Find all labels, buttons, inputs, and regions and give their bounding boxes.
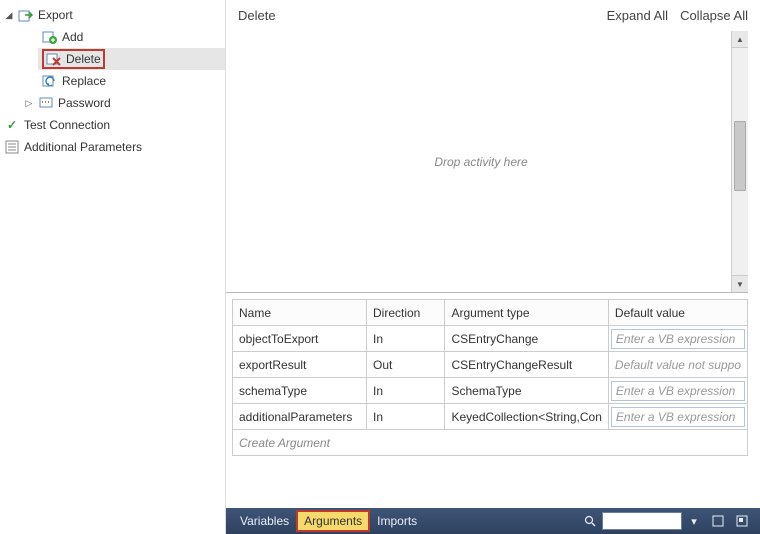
tree-label: Additional Parameters <box>24 140 142 154</box>
cell-direction[interactable]: Out <box>367 352 445 378</box>
tab-imports[interactable]: Imports <box>369 510 425 532</box>
export-icon <box>18 7 34 23</box>
scroll-thumb[interactable] <box>734 121 746 191</box>
arguments-panel: Name Direction Argument type Default val… <box>226 293 760 508</box>
chevron-right-icon: ▷ <box>24 98 34 109</box>
overview-icon[interactable] <box>732 511 752 531</box>
table-header-row: Name Direction Argument type Default val… <box>233 300 748 326</box>
bottom-bar: Variables Arguments Imports ▾ <box>226 508 760 534</box>
dropdown-icon[interactable]: ▾ <box>684 511 704 531</box>
tab-arguments[interactable]: Arguments <box>297 511 369 531</box>
tree-node-delete[interactable]: Delete <box>38 48 225 70</box>
tree-node-password[interactable]: ▷ Password <box>20 92 225 114</box>
tree-node-test-connection[interactable]: ✓ Test Connection <box>0 114 225 136</box>
col-default[interactable]: Default value <box>608 300 747 326</box>
tree-label: Export <box>38 8 73 22</box>
replace-icon <box>42 73 58 89</box>
chevron-down-icon: ◢ <box>4 10 14 21</box>
tree-label: Replace <box>62 74 106 88</box>
tree-node-additional-parameters[interactable]: Additional Parameters <box>0 136 225 158</box>
scroll-up-icon[interactable]: ▲ <box>732 31 748 48</box>
table-row[interactable]: objectToExport In CSEntryChange Enter a … <box>233 326 748 352</box>
cell-name[interactable]: exportResult <box>233 352 367 378</box>
cell-default[interactable]: Enter a VB expression <box>608 378 747 404</box>
tree-node-add[interactable]: Add <box>38 26 225 48</box>
cell-default[interactable]: Enter a VB expression <box>608 404 747 430</box>
cell-default: Default value not suppo <box>608 352 747 378</box>
parameters-icon <box>4 139 20 155</box>
tree-label: Password <box>58 96 111 110</box>
cell-direction[interactable]: In <box>367 326 445 352</box>
cell-type[interactable]: SchemaType <box>445 378 608 404</box>
check-icon: ✓ <box>4 117 20 133</box>
vertical-scrollbar[interactable]: ▲ ▼ <box>731 31 748 292</box>
tree-label: Delete <box>66 52 101 66</box>
breadcrumb-title[interactable]: Delete <box>238 8 276 23</box>
designer-header: Delete Expand All Collapse All <box>226 0 760 31</box>
col-argtype[interactable]: Argument type <box>445 300 608 326</box>
zoom-input[interactable] <box>602 512 682 530</box>
collapse-all-button[interactable]: Collapse All <box>680 8 748 23</box>
cell-direction[interactable]: In <box>367 378 445 404</box>
tab-variables[interactable]: Variables <box>232 510 297 532</box>
fit-to-screen-icon[interactable] <box>708 511 728 531</box>
tree-node-export[interactable]: ◢ Export <box>0 4 225 26</box>
cell-name[interactable]: additionalParameters <box>233 404 367 430</box>
sidebar-tree: ◢ Export Add Delete Replace <box>0 0 226 534</box>
search-icon[interactable] <box>580 511 600 531</box>
cell-type[interactable]: CSEntryChange <box>445 326 608 352</box>
table-row[interactable]: schemaType In SchemaType Enter a VB expr… <box>233 378 748 404</box>
cell-name[interactable]: schemaType <box>233 378 367 404</box>
table-row[interactable]: additionalParameters In KeyedCollection<… <box>233 404 748 430</box>
delete-icon <box>46 51 62 67</box>
cell-type[interactable]: KeyedCollection<String,Con <box>445 404 608 430</box>
cell-default[interactable]: Enter a VB expression <box>608 326 747 352</box>
add-icon <box>42 29 58 45</box>
tree-node-replace[interactable]: Replace <box>38 70 225 92</box>
designer-canvas[interactable]: Drop activity here ▲ ▼ <box>226 31 748 293</box>
arguments-table: Name Direction Argument type Default val… <box>232 299 748 456</box>
create-argument-row[interactable]: Create Argument <box>233 430 748 456</box>
main-panel: Delete Expand All Collapse All Drop acti… <box>226 0 760 534</box>
tree-label: Add <box>62 30 83 44</box>
col-name[interactable]: Name <box>233 300 367 326</box>
cell-type[interactable]: CSEntryChangeResult <box>445 352 608 378</box>
scroll-down-icon[interactable]: ▼ <box>732 275 748 292</box>
password-icon <box>38 95 54 111</box>
cell-direction[interactable]: In <box>367 404 445 430</box>
table-row[interactable]: exportResult Out CSEntryChangeResult Def… <box>233 352 748 378</box>
tree-label: Test Connection <box>24 118 110 132</box>
cell-name[interactable]: objectToExport <box>233 326 367 352</box>
drop-hint: Drop activity here <box>434 155 527 169</box>
col-direction[interactable]: Direction <box>367 300 445 326</box>
expand-all-button[interactable]: Expand All <box>607 8 668 23</box>
